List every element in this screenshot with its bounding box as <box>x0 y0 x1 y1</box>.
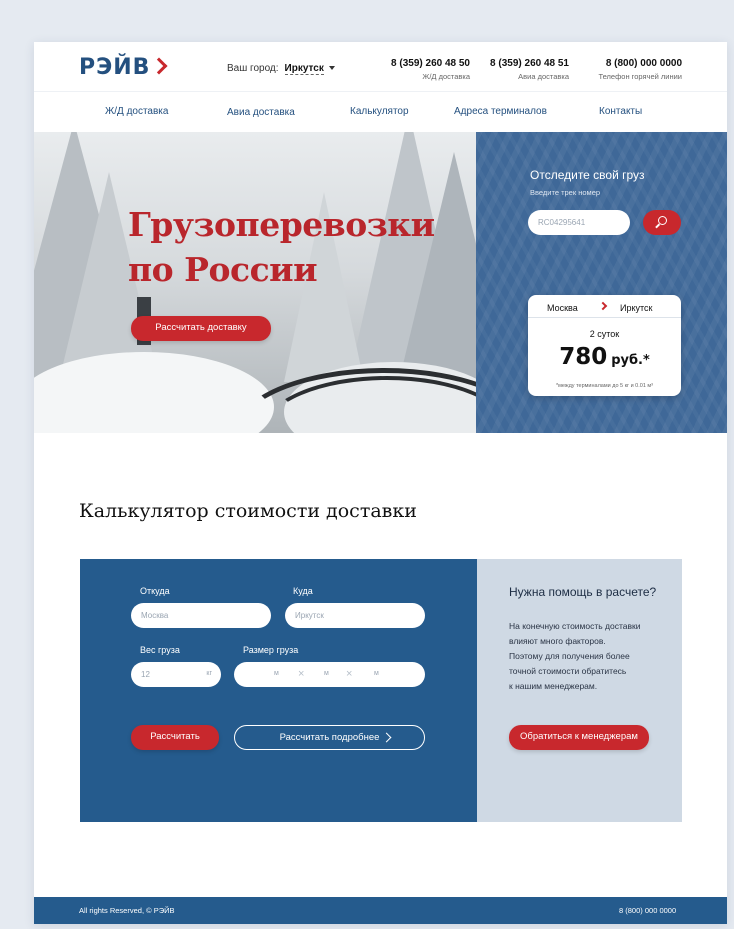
calculate-delivery-button[interactable]: Рассчитать доставку <box>131 316 271 341</box>
size-unit-length: м <box>274 670 279 677</box>
from-field[interactable]: Москва <box>131 603 271 628</box>
phone-caption: Авиа доставка <box>518 72 569 81</box>
nav-item-air[interactable]: Авиа доставка <box>227 107 295 118</box>
multiply-icon: × <box>298 668 305 680</box>
route-card: Москва Иркутск 2 суток 780 руб.* *между т… <box>528 295 681 396</box>
phone-hotline[interactable]: 8 (800) 000 0000 Телефон горячей линии <box>579 58 682 81</box>
calculator-title: Калькулятор стоимости доставки <box>79 500 417 522</box>
detail-button-label: Рассчитать подробнее <box>279 732 380 743</box>
weight-field[interactable]: 12 кг <box>131 662 221 687</box>
help-panel: Нужна помощь в расчете? На конечную стои… <box>477 559 682 822</box>
help-text-line: влияют много факторов. <box>509 636 606 646</box>
multiply-icon: × <box>346 668 353 680</box>
route-from: Москва <box>547 303 578 313</box>
city-value[interactable]: Иркутск <box>284 63 324 75</box>
phone-number: 8 (359) 260 48 51 <box>490 58 569 69</box>
route-to: Иркутск <box>620 303 653 313</box>
city-selector[interactable]: Ваш город: Иркутск <box>227 63 335 75</box>
tracking-number-input[interactable]: RC04295641 <box>528 210 630 235</box>
hero-title-line: по России <box>128 250 318 289</box>
contact-managers-button[interactable]: Обратиться к менеджерам <box>509 725 649 750</box>
to-field[interactable]: Иркутск <box>285 603 425 628</box>
weight-label: Вес груза <box>140 645 180 655</box>
calculator-form: Откуда Куда Москва Иркутск Вес груза Раз… <box>80 559 477 822</box>
route-header: Москва Иркутск <box>528 295 681 318</box>
footer-phone[interactable]: 8 (800) 000 0000 <box>619 906 676 915</box>
size-field[interactable]: м × м × м <box>234 662 425 687</box>
help-text: На конечную стоимость доставки влияют мн… <box>509 619 669 694</box>
nav-item-terminals[interactable]: Адреса терминалов <box>454 106 547 117</box>
tracking-panel: Отследите свой груз Введите трек номер R… <box>476 132 727 433</box>
weight-unit: кг <box>206 670 212 677</box>
chevron-right-icon <box>381 732 392 743</box>
nav-item-rail[interactable]: Ж/Д доставка <box>105 106 168 117</box>
footer: All rights Reserved, © РЭЙВ 8 (800) 000 … <box>34 897 727 924</box>
main-nav: Ж/Д доставка Авиа доставка Калькулятор А… <box>34 92 727 132</box>
nav-item-calculator[interactable]: Калькулятор <box>350 106 409 117</box>
help-text-line: На конечную стоимость доставки <box>509 621 641 631</box>
phone-caption: Телефон горячей линии <box>598 72 682 81</box>
logo-chevron-icon <box>150 57 168 75</box>
hero: Грузоперевозки по России Рассчитать дост… <box>34 132 727 433</box>
help-text-line: Поэтому для получения более <box>509 651 630 661</box>
city-label: Ваш город: <box>227 63 279 74</box>
help-text-line: к нашим менеджерам. <box>509 681 598 691</box>
nav-item-contacts[interactable]: Контакты <box>599 106 642 117</box>
price-value: 780 <box>559 344 608 370</box>
price-note: *между терминалами до 5 кг и 0.01 м³ <box>555 383 654 389</box>
tracking-title: Отследите свой груз <box>530 168 645 182</box>
tracking-subtitle: Введите трек номер <box>530 188 601 197</box>
from-label: Откуда <box>140 586 170 596</box>
phone-air[interactable]: 8 (359) 260 48 51 Авиа доставка <box>484 58 569 81</box>
delivery-price: 780 руб.* <box>528 344 681 370</box>
size-unit-height: м <box>374 670 379 677</box>
header: РЭЙВ Ваш город: Иркутск 8 (359) 260 48 50… <box>34 42 727 92</box>
chevron-right-icon <box>598 301 608 311</box>
logo[interactable]: РЭЙВ <box>79 55 168 80</box>
phone-caption: Ж/Д доставка <box>422 72 470 81</box>
logo-text: РЭЙВ <box>79 55 151 80</box>
phone-number: 8 (359) 260 48 50 <box>391 58 470 69</box>
chevron-down-icon <box>328 66 335 71</box>
footer-copyright: All rights Reserved, © РЭЙВ <box>79 906 175 915</box>
to-label: Куда <box>293 586 313 596</box>
help-title: Нужна помощь в расчете? <box>509 585 657 599</box>
price-currency: руб.* <box>611 353 650 368</box>
search-icon-handle <box>655 223 660 229</box>
hero-title: Грузоперевозки по России <box>128 202 435 292</box>
page: РЭЙВ Ваш город: Иркутск 8 (359) 260 48 50… <box>34 42 727 924</box>
size-label: Размер груза <box>243 645 299 655</box>
delivery-days: 2 суток <box>589 329 620 339</box>
size-unit-width: м <box>324 670 329 677</box>
phone-number: 8 (800) 000 0000 <box>605 58 682 69</box>
help-text-line: точной стоимости обратитесь <box>509 666 627 676</box>
hero-title-line: Грузоперевозки <box>128 205 435 244</box>
phone-rail[interactable]: 8 (359) 260 48 50 Ж/Д доставка <box>388 58 470 81</box>
search-button[interactable] <box>643 210 681 235</box>
calculate-button[interactable]: Рассчитать <box>131 725 219 750</box>
calculate-detailed-button[interactable]: Рассчитать подробнее <box>234 725 425 750</box>
weight-value: 12 <box>141 670 150 679</box>
